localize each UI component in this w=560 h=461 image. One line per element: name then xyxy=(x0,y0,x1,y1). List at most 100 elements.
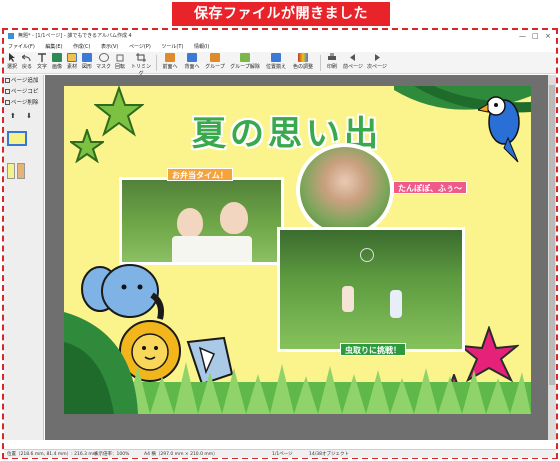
tool-label: 印刷 xyxy=(326,64,337,70)
image-icon xyxy=(52,53,62,62)
page-order-controls: ⬆ ⬇ xyxy=(10,112,32,120)
add-page-button[interactable]: ページ追加 xyxy=(5,76,42,86)
group-icon xyxy=(210,53,220,62)
page-thumbnail[interactable] xyxy=(7,131,27,146)
status-bar: 位置（218.6 mm, 81.4 mm）: 216.3 mm 表示倍率：100… xyxy=(4,449,556,458)
layout-thumbnail[interactable] xyxy=(17,163,25,179)
tool-send-back-button[interactable]: 背面へ xyxy=(182,53,202,73)
caption-dandelion[interactable]: たんぽぽ、ふぅ～ xyxy=(393,181,467,194)
status-page: 1/1ページ xyxy=(272,452,293,457)
menu-info[interactable]: 情報(I) xyxy=(194,44,209,50)
tool-group-button[interactable]: グループ xyxy=(204,53,226,73)
picnic-cloth xyxy=(172,236,252,262)
align-icon xyxy=(271,53,281,62)
tool-next-page-button[interactable]: 次ページ xyxy=(366,53,388,73)
tool-label: 色の調整 xyxy=(292,64,313,70)
add-page-label: ページ追加 xyxy=(11,78,39,84)
tool-label: 選択 xyxy=(6,64,17,70)
tool-material-button[interactable]: 素材 xyxy=(65,53,79,73)
copy-page-button[interactable]: ページコピー xyxy=(5,87,42,105)
material-icon xyxy=(67,53,77,62)
bug-catching-photo[interactable] xyxy=(277,227,465,352)
bring-front-icon xyxy=(165,53,175,62)
copy-page-icon xyxy=(5,89,10,94)
tool-label: 戻る xyxy=(21,64,32,70)
tool-label: 背面へ xyxy=(184,64,200,70)
toolbar-separator xyxy=(320,55,321,71)
tool-shape-button[interactable]: 図形 xyxy=(80,53,94,73)
maximize-button[interactable]: □ xyxy=(532,30,539,42)
child-figure xyxy=(220,202,248,234)
tool-label: グループ解除 xyxy=(230,64,260,70)
album-page[interactable]: 夏の思い出 お弁当タイム！ たんぽぽ、ふぅ～ 虫取りに挑戦！ xyxy=(64,86,531,414)
mask-icon xyxy=(98,53,109,62)
move-page-up-button[interactable]: ⬆ xyxy=(10,112,16,120)
status-paper: A4 横（297.0 mm × 210.0 mm） xyxy=(144,452,218,457)
tool-bring-front-button[interactable]: 前面へ xyxy=(160,53,180,73)
tool-label: 文字 xyxy=(36,64,47,70)
print-icon xyxy=(327,53,337,62)
title-bar: 無題* - [1/1ページ] - 誰でもできるアルバム作成 4 — □ × xyxy=(4,30,556,42)
menu-edit[interactable]: 編集(E) xyxy=(45,44,62,50)
menu-page[interactable]: ページ(P) xyxy=(129,44,151,50)
tool-label: グループ xyxy=(205,64,225,70)
save-notice-banner: 保存ファイルが開きました xyxy=(172,2,390,26)
tool-rotate-button[interactable]: 回転 xyxy=(113,53,127,73)
tool-color-adjust-button[interactable]: 色の調整 xyxy=(290,53,316,73)
tool-label: マスク xyxy=(95,64,111,70)
shape-icon xyxy=(82,53,92,62)
tool-prev-page-button[interactable]: 前ページ xyxy=(342,53,364,73)
undo-icon xyxy=(20,53,32,62)
tool-crop-button[interactable]: トリミング xyxy=(129,53,153,77)
next-page-icon xyxy=(372,53,382,62)
menu-file[interactable]: ファイル(F) xyxy=(8,44,35,50)
status-objects: 14/38オブジェクト xyxy=(309,452,349,457)
status-zoom: 表示倍率：100% xyxy=(94,452,130,457)
tool-undo-button[interactable]: 戻る xyxy=(20,53,34,73)
text-icon xyxy=(37,53,47,62)
window-title: 無題* - [1/1ページ] - 誰でもできるアルバム作成 4 xyxy=(18,33,132,39)
tool-text-button[interactable]: 文字 xyxy=(35,53,49,73)
child-figure xyxy=(390,290,402,318)
crop-icon xyxy=(136,53,146,62)
rotate-icon xyxy=(115,53,125,62)
ungroup-icon xyxy=(240,53,250,62)
tool-ungroup-button[interactable]: グループ解除 xyxy=(228,53,262,73)
tool-align-button[interactable]: 位置揃え xyxy=(264,53,288,73)
child-figure xyxy=(342,286,354,312)
close-button[interactable]: × xyxy=(545,30,551,42)
color-adjust-icon xyxy=(298,53,308,62)
parrot-illustration[interactable] xyxy=(478,92,531,164)
menu-tools[interactable]: ツール(T) xyxy=(161,44,183,50)
tool-select-button[interactable]: 選択 xyxy=(5,53,19,73)
scrollbar-thumb[interactable] xyxy=(549,85,555,385)
delete-page-button[interactable]: ページ削除 xyxy=(5,98,42,108)
tool-label: 図形 xyxy=(81,64,92,70)
delete-page-label: ページ削除 xyxy=(11,100,39,106)
minimize-button[interactable]: — xyxy=(519,30,526,42)
page-sidebar: ページ追加 ページコピー ページ削除 ⬆ ⬇ xyxy=(4,75,44,440)
menu-view[interactable]: 表示(V) xyxy=(101,44,118,50)
bug-net xyxy=(360,248,374,262)
layout-thumbnail[interactable] xyxy=(7,163,15,179)
dandelion-photo[interactable] xyxy=(300,147,390,233)
tool-label: 回転 xyxy=(114,64,125,70)
vertical-scrollbar[interactable] xyxy=(548,75,556,440)
toolbar: 選択 戻る 文字 画像 素材 図形 マスク 回転 トリミング 前面へ 背面へ グ… xyxy=(4,52,556,77)
tool-image-button[interactable]: 画像 xyxy=(50,53,64,73)
tool-label: 前面へ xyxy=(162,64,178,70)
green-star-icon[interactable] xyxy=(70,129,104,163)
move-page-down-button[interactable]: ⬇ xyxy=(26,112,32,120)
menu-create[interactable]: 作成(C) xyxy=(73,44,90,50)
lunch-photo[interactable] xyxy=(119,177,284,265)
tool-mask-button[interactable]: マスク xyxy=(95,53,112,73)
child-figure xyxy=(177,208,203,238)
tool-label: 素材 xyxy=(66,64,77,70)
send-back-icon xyxy=(187,53,197,62)
add-page-icon xyxy=(5,78,10,83)
prev-page-icon xyxy=(348,53,358,62)
delete-page-icon xyxy=(5,100,10,105)
tool-label: 位置揃え xyxy=(265,64,286,70)
tool-print-button[interactable]: 印刷 xyxy=(324,53,340,73)
caption-lunch[interactable]: お弁当タイム！ xyxy=(167,168,233,181)
